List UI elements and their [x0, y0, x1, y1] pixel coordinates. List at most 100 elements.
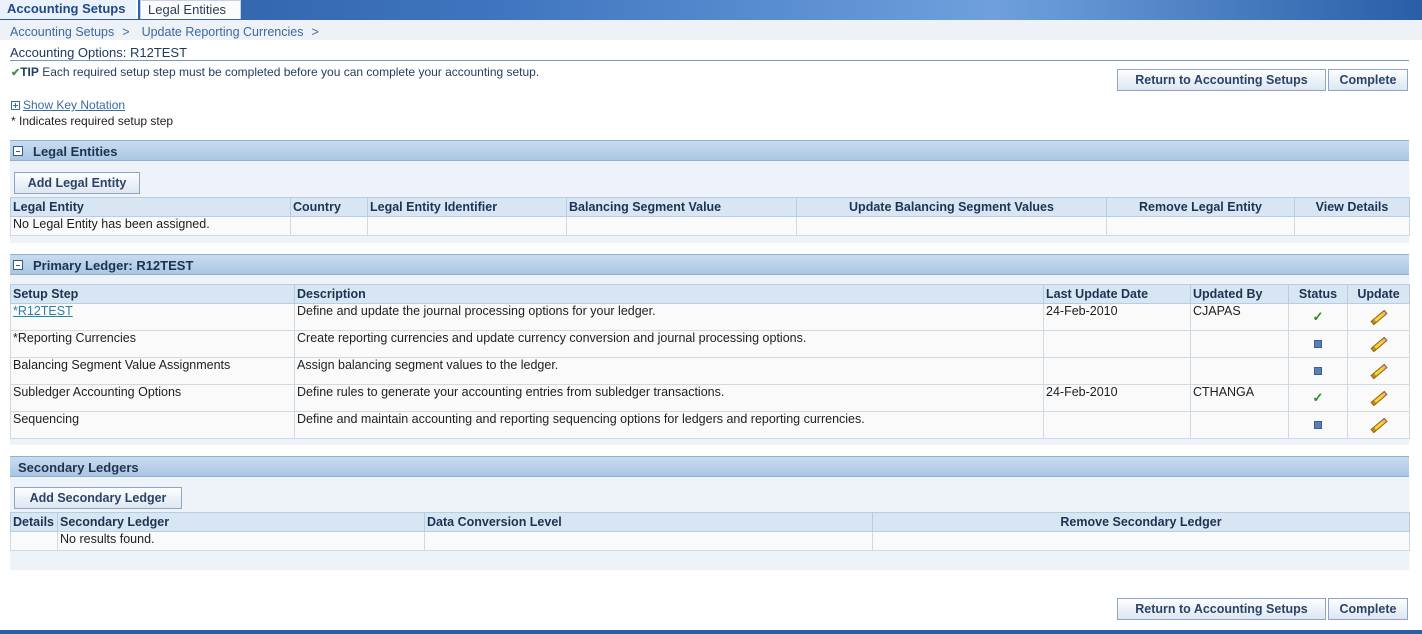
- secondary-ledgers-title: Secondary Ledgers: [18, 460, 139, 475]
- table-cell: [290, 216, 368, 236]
- tip-text: Each required setup step must be complet…: [38, 65, 540, 79]
- setup-step-cell: Subledger Accounting Options: [10, 384, 295, 412]
- pencil-icon[interactable]: [1369, 417, 1388, 434]
- col-details: Details: [10, 512, 58, 532]
- pencil-icon[interactable]: [1369, 336, 1388, 353]
- col-setup-step: Setup Step: [10, 284, 295, 304]
- last-update-date-cell: [1043, 357, 1191, 385]
- col-remove-secondary-ledger: Remove Secondary Ledger: [872, 512, 1410, 532]
- breadcrumb-accounting-setups[interactable]: Accounting Setups: [10, 25, 114, 39]
- pencil-icon[interactable]: [1369, 363, 1388, 380]
- complete-button-bottom[interactable]: Complete: [1328, 598, 1408, 620]
- pencil-icon[interactable]: [1369, 390, 1388, 407]
- table-row: Sequencing Define and maintain accountin…: [10, 411, 1410, 439]
- status-complete-check-icon: ✓: [1312, 309, 1324, 324]
- col-data-conversion-level: Data Conversion Level: [424, 512, 873, 532]
- collapse-minus-icon[interactable]: [13, 260, 23, 270]
- description-cell: Define and maintain accounting and repor…: [294, 411, 1044, 439]
- show-key-notation-link[interactable]: Show Key Notation: [23, 98, 125, 112]
- table-cell: [424, 531, 873, 551]
- collapse-minus-icon[interactable]: [13, 146, 23, 156]
- last-update-date-cell: [1043, 411, 1191, 439]
- secondary-ledgers-table: Details Secondary Ledger Data Conversion…: [10, 512, 1410, 551]
- updated-by-cell: CJAPAS: [1190, 303, 1289, 331]
- page-title: Accounting Options: R12TEST: [10, 45, 187, 60]
- return-to-accounting-setups-button[interactable]: Return to Accounting Setups: [1117, 69, 1326, 91]
- page-title-value: R12TEST: [129, 45, 188, 60]
- table-row: Balancing Segment Value Assignments Assi…: [10, 357, 1410, 385]
- tab-accounting-setups[interactable]: Accounting Setups: [0, 0, 138, 19]
- legal-entities-title: Legal Entities: [33, 144, 118, 159]
- status-cell: [1288, 411, 1348, 439]
- description-cell: Define and update the journal processing…: [294, 303, 1044, 331]
- update-cell[interactable]: [1347, 384, 1410, 412]
- legal-entity-empty: No Legal Entity has been assigned.: [10, 216, 291, 236]
- table-cell: [1106, 216, 1295, 236]
- description-cell: Create reporting currencies and update c…: [294, 330, 1044, 358]
- setup-step-cell: *Reporting Currencies: [10, 330, 295, 358]
- table-cell: [1294, 216, 1410, 236]
- table-row: *Reporting Currencies Create reporting c…: [10, 330, 1410, 358]
- primary-ledger-table: Setup Step Description Last Update Date …: [10, 284, 1410, 439]
- tab-legal-entities[interactable]: Legal Entities: [140, 0, 241, 19]
- tip-label: TIP: [20, 65, 39, 79]
- status-cell: [1288, 357, 1348, 385]
- status-cell: [1288, 330, 1348, 358]
- tip-message: ✔TIP Each required setup step must be co…: [11, 65, 539, 79]
- col-country: Country: [290, 197, 368, 217]
- last-update-date-cell: 24-Feb-2010: [1043, 303, 1191, 331]
- description-cell: Assign balancing segment values to the l…: [294, 357, 1044, 385]
- update-cell[interactable]: [1347, 330, 1410, 358]
- status-cell: ✓: [1288, 384, 1348, 412]
- breadcrumb-separator: >: [122, 25, 130, 39]
- secondary-ledger-empty: No results found.: [57, 531, 425, 551]
- secondary-ledgers-header: Secondary Ledgers: [10, 456, 1409, 477]
- update-cell[interactable]: [1347, 303, 1410, 331]
- primary-ledger-header[interactable]: Primary Ledger: R12TEST: [10, 254, 1409, 275]
- setup-step-cell[interactable]: *R12TEST: [10, 303, 295, 331]
- col-balancing-segment-value: Balancing Segment Value: [566, 197, 797, 217]
- col-view-details: View Details: [1294, 197, 1410, 217]
- required-note: * Indicates required setup step: [11, 114, 174, 128]
- description-cell: Define rules to generate your accounting…: [294, 384, 1044, 412]
- col-description: Description: [294, 284, 1044, 304]
- update-cell[interactable]: [1347, 357, 1410, 385]
- pencil-icon[interactable]: [1369, 309, 1388, 326]
- table-cell: [367, 216, 567, 236]
- setup-step-cell: Sequencing: [10, 411, 295, 439]
- col-update: Update: [1347, 284, 1410, 304]
- updated-by-cell: [1190, 330, 1289, 358]
- status-cell: ✓: [1288, 303, 1348, 331]
- table-cell: [796, 216, 1107, 236]
- col-secondary-ledger: Secondary Ledger: [57, 512, 425, 532]
- legal-entities-table: Legal Entity Country Legal Entity Identi…: [10, 197, 1410, 236]
- setup-step-cell: Balancing Segment Value Assignments: [10, 357, 295, 385]
- show-key-notation[interactable]: Show Key Notation: [11, 98, 125, 112]
- add-legal-entity-button[interactable]: Add Legal Entity: [14, 172, 140, 194]
- last-update-date-cell: [1043, 330, 1191, 358]
- col-last-update-date: Last Update Date: [1043, 284, 1191, 304]
- updated-by-cell: [1190, 357, 1289, 385]
- table-row: Subledger Accounting Options Define rule…: [10, 384, 1410, 412]
- return-to-accounting-setups-button-bottom[interactable]: Return to Accounting Setups: [1117, 598, 1326, 620]
- complete-button[interactable]: Complete: [1328, 69, 1408, 91]
- expand-plus-icon: [11, 101, 20, 110]
- table-row: *R12TEST Define and update the journal p…: [10, 303, 1410, 331]
- page-title-prefix: Accounting Options:: [10, 45, 130, 60]
- status-not-started-icon: [1314, 367, 1322, 375]
- breadcrumb: Accounting Setups > Update Reporting Curre…: [10, 25, 331, 39]
- updated-by-cell: [1190, 411, 1289, 439]
- add-secondary-ledger-button[interactable]: Add Secondary Ledger: [14, 487, 182, 509]
- breadcrumb-update-reporting-currencies[interactable]: Update Reporting Currencies: [142, 25, 304, 39]
- setup-step-link[interactable]: *R12TEST: [13, 305, 73, 319]
- tip-check-icon: ✔: [11, 67, 21, 79]
- status-not-started-icon: [1314, 421, 1322, 429]
- status-not-started-icon: [1314, 340, 1322, 348]
- table-cell: [872, 531, 1410, 551]
- title-divider: [10, 60, 1409, 61]
- update-cell[interactable]: [1347, 411, 1410, 439]
- last-update-date-cell: 24-Feb-2010: [1043, 384, 1191, 412]
- col-legal-entity-identifier: Legal Entity Identifier: [367, 197, 567, 217]
- breadcrumb-separator: >: [311, 25, 319, 39]
- legal-entities-header[interactable]: Legal Entities: [10, 140, 1409, 161]
